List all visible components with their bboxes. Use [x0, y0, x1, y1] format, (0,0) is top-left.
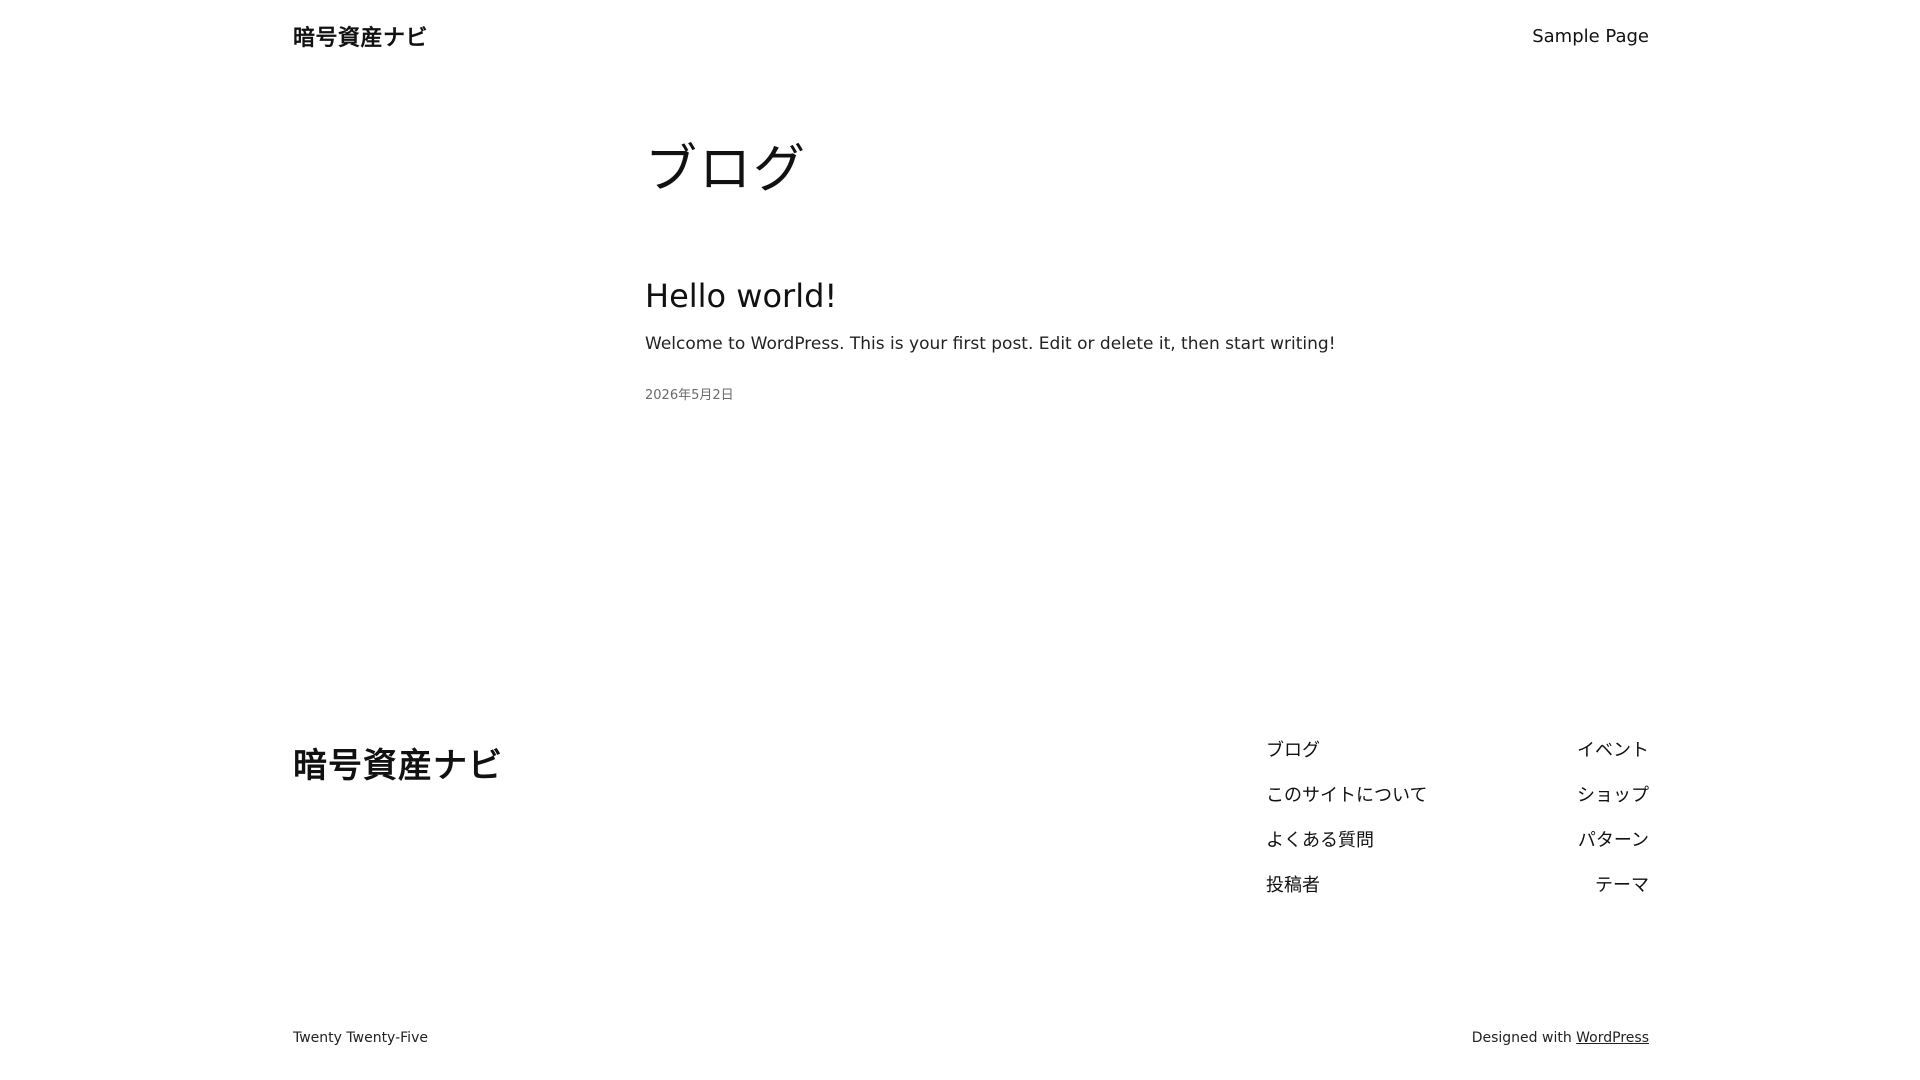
designed-with-prefix: Designed with [1471, 1030, 1577, 1046]
footer-link-events[interactable]: イベント [1577, 740, 1649, 761]
footer-nav-item: テーマ [1577, 875, 1649, 920]
post-excerpt: Welcome to WordPress. This is your first… [645, 334, 1336, 354]
footer-nav-column-1: ブログ このサイトについて よくある質問 投稿者 [1266, 740, 1427, 920]
footer-link-blog[interactable]: ブログ [1266, 740, 1320, 761]
footer-nav-item: イベント [1577, 740, 1649, 785]
footer-nav-item: 投稿者 [1266, 875, 1427, 920]
footer-nav-item: よくある質問 [1266, 830, 1427, 875]
footer-site-title-link[interactable]: 暗号資産ナビ [293, 738, 503, 787]
footer-nav-column-2: イベント ショップ パターン テーマ [1577, 740, 1649, 920]
post-title-link[interactable]: Hello world! [645, 276, 837, 316]
footer-nav-item: このサイトについて [1266, 785, 1427, 830]
header-nav: Sample Page [1532, 26, 1649, 47]
footer-link-authors[interactable]: 投稿者 [1266, 875, 1320, 896]
wordpress-link[interactable]: WordPress [1576, 1030, 1649, 1046]
footer-link-patterns[interactable]: パターン [1578, 830, 1649, 851]
site-title-link[interactable]: 暗号資産ナビ [293, 20, 428, 52]
footer-nav-item: ショップ [1577, 785, 1649, 830]
post-item: Hello world! Welcome to WordPress. This … [645, 276, 1345, 403]
footer-nav-item: ブログ [1266, 740, 1427, 785]
post-date-link[interactable]: 2026年5月2日 [645, 384, 734, 403]
nav-link-sample-page[interactable]: Sample Page [1532, 26, 1649, 47]
footer-link-faq[interactable]: よくある質問 [1266, 830, 1374, 851]
page: 暗号資産ナビ Sample Page ブログ Hello world! Welc… [0, 0, 1920, 1080]
footer-link-shop[interactable]: ショップ [1577, 785, 1649, 806]
footer-link-themes[interactable]: テーマ [1595, 875, 1649, 896]
main-content: ブログ Hello world! Welcome to WordPress. T… [645, 138, 1345, 403]
theme-name: Twenty Twenty-Five [293, 1030, 428, 1046]
footer-credits: Twenty Twenty-Five Designed with WordPre… [293, 1030, 1649, 1046]
site-header: 暗号資産ナビ Sample Page [293, 20, 1649, 52]
footer-link-about[interactable]: このサイトについて [1266, 785, 1427, 806]
page-title: ブログ [645, 140, 808, 200]
designed-with-text: Designed with WordPress [1472, 1030, 1649, 1046]
footer-nav-item: パターン [1577, 830, 1649, 875]
